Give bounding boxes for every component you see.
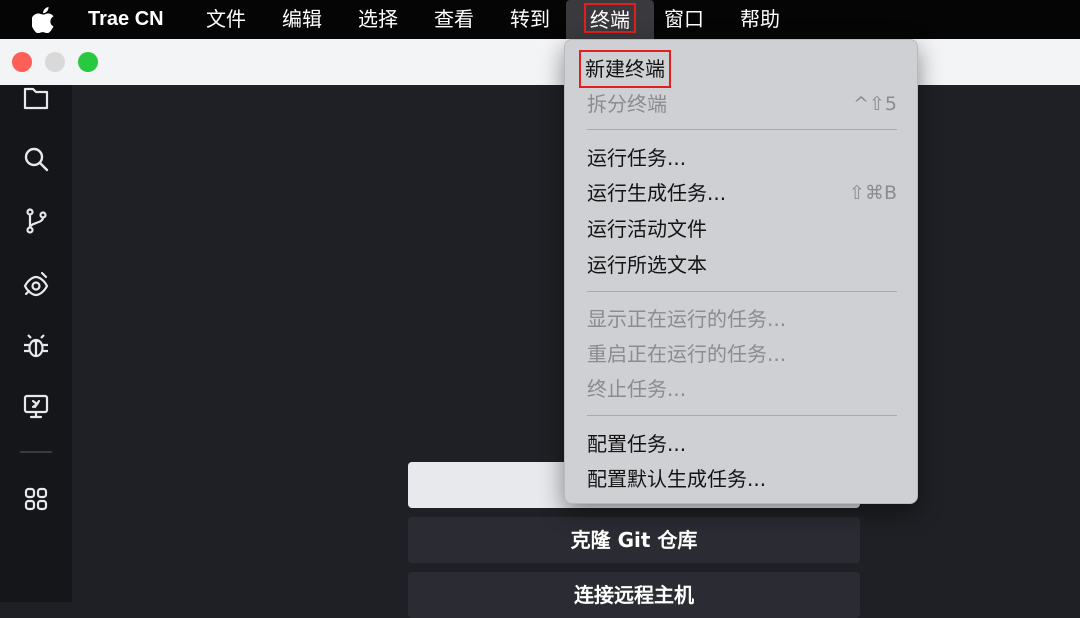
menu-item-configure-tasks[interactable]: 配置任务... [587, 427, 899, 461]
menu-item-run-selected-text[interactable]: 运行所选文本 [587, 248, 899, 282]
menu-separator [587, 129, 897, 130]
menu-item-label: 运行活动文件 [587, 217, 707, 241]
menu-item-label: 显示正在运行的任务... [587, 307, 787, 331]
window-titlebar [0, 39, 1080, 85]
menu-help[interactable]: 帮助 [740, 0, 780, 39]
menu-item-run-active-file[interactable]: 运行活动文件 [587, 212, 899, 246]
menu-item-label: 重启正在运行的任务... [587, 342, 787, 366]
clone-git-repo-button[interactable]: 克隆 Git 仓库 [408, 517, 860, 563]
menu-item-label: 配置任务... [587, 432, 687, 456]
menu-go[interactable]: 转到 [510, 0, 550, 39]
menu-selection[interactable]: 选择 [358, 0, 398, 39]
zoom-window-button[interactable] [78, 52, 98, 72]
menu-terminal-label: 终端 [584, 3, 636, 33]
menu-item-shortcut: ^⇧5 [853, 93, 897, 115]
menu-item-label: 拆分终端 [587, 92, 667, 116]
menu-item-terminate-task: 终止任务... [587, 372, 899, 406]
menu-edit[interactable]: 编辑 [282, 0, 322, 39]
menu-item-run-build-task[interactable]: 运行生成任务... ⇧⌘B [587, 176, 899, 210]
extensions-icon[interactable] [22, 485, 50, 513]
activity-bar [0, 85, 72, 602]
menu-item-label: 运行生成任务... [587, 181, 727, 205]
menu-item-label: 运行所选文本 [587, 253, 707, 277]
menu-view[interactable]: 查看 [434, 0, 474, 39]
terminal-menu-dropdown: 新建终端 拆分终端 ^⇧5 运行任务... 运行生成任务... ⇧⌘B 运行活动… [564, 39, 918, 504]
menu-separator [587, 291, 897, 292]
activity-divider [20, 451, 52, 453]
menu-item-label: 配置默认生成任务... [587, 467, 767, 491]
remote-explorer-icon[interactable] [22, 392, 50, 420]
menu-item-label: 运行任务... [587, 146, 687, 170]
folder-icon[interactable] [22, 85, 50, 113]
menu-separator [587, 415, 897, 416]
menu-item-restart-running-task: 重启正在运行的任务... [587, 337, 899, 371]
menu-item-label: 终止任务... [587, 377, 687, 401]
minimize-window-button[interactable] [45, 52, 65, 72]
menu-item-show-running-tasks: 显示正在运行的任务... [587, 302, 899, 336]
search-icon[interactable] [22, 145, 50, 173]
menu-item-split-terminal: 拆分终端 ^⇧5 [587, 87, 899, 121]
close-window-button[interactable] [12, 52, 32, 72]
debug-icon[interactable] [22, 332, 50, 360]
menu-window[interactable]: 窗口 [664, 0, 704, 39]
menu-terminal[interactable]: 终端 [566, 0, 654, 39]
menu-item-run-task[interactable]: 运行任务... [587, 141, 899, 175]
eye-icon[interactable] [22, 270, 50, 298]
connect-remote-host-button[interactable]: 连接远程主机 [408, 572, 860, 618]
menu-item-configure-default-build-task[interactable]: 配置默认生成任务... [587, 462, 899, 496]
menu-file[interactable]: 文件 [206, 0, 246, 39]
menu-app-name[interactable]: Trae CN [88, 0, 164, 39]
menu-item-new-terminal[interactable]: 新建终端 [579, 50, 899, 88]
menubar: Trae CN 文件 编辑 选择 查看 转到 终端 窗口 帮助 [0, 0, 1080, 39]
menu-item-new-terminal-label: 新建终端 [579, 50, 671, 88]
menu-item-shortcut: ⇧⌘B [849, 182, 897, 204]
apple-icon[interactable] [32, 7, 56, 33]
source-control-icon[interactable] [22, 207, 50, 235]
